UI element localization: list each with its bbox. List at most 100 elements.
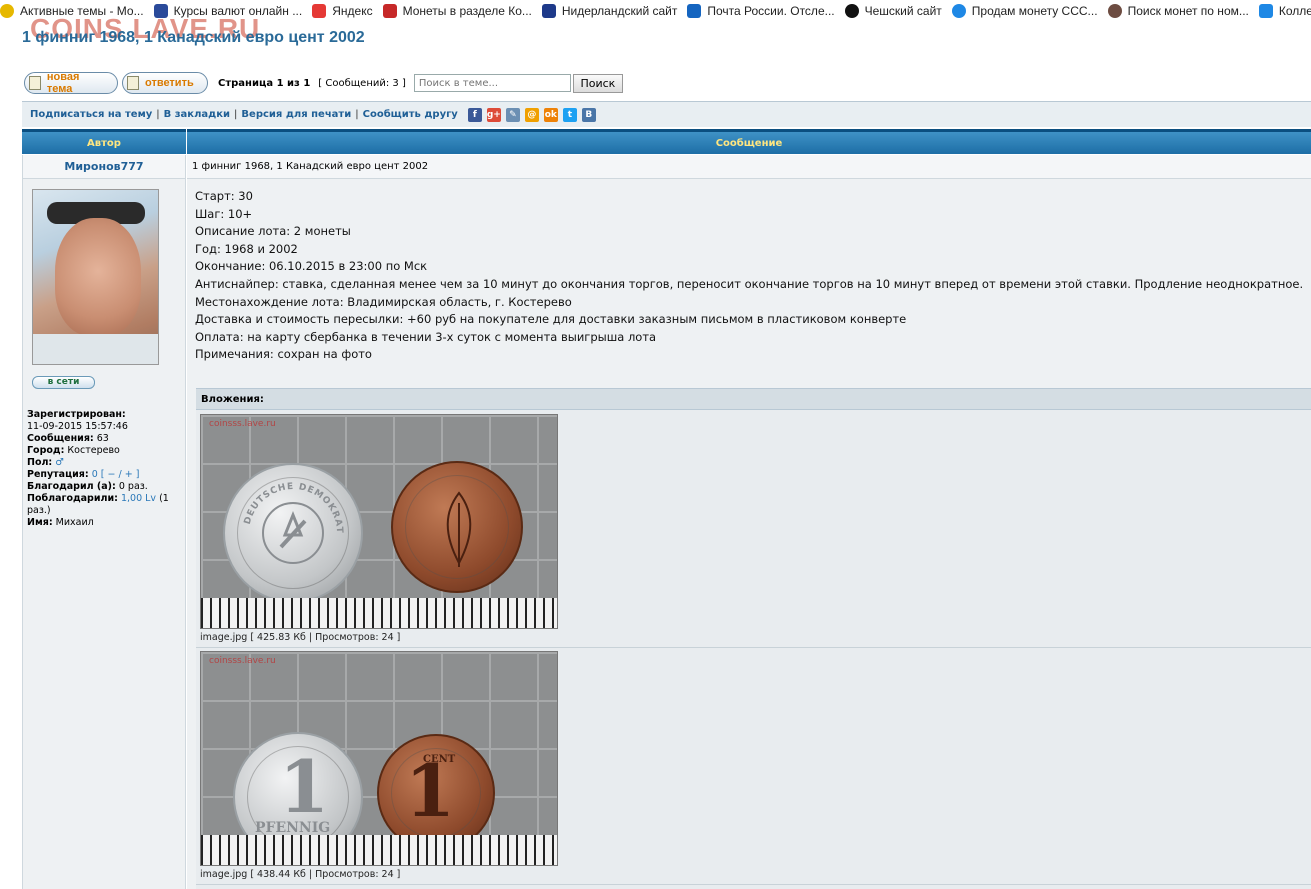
svg-text:DEUTSCHE DEMOKRATISCHE REPUBLI: DEUTSCHE DEMOKRATISCHE REPUBLIK <box>225 465 344 534</box>
topic-title[interactable]: 1 финниг 1968, 1 Канадский евро цент 200… <box>22 29 365 47</box>
was-thanked-value[interactable]: 1,00 Lv <box>121 493 156 504</box>
measuring-ruler <box>201 598 557 628</box>
message-column-header: Сообщение <box>187 129 1311 154</box>
topic-search-input[interactable] <box>413 74 571 92</box>
twitter-icon[interactable]: t <box>562 107 577 122</box>
gdr-coin-legend: DEUTSCHE DEMOKRATISCHE REPUBLIK <box>225 465 344 534</box>
author-username[interactable]: Миронов777 <box>23 155 185 179</box>
post-line: Описание лота: 2 монеты <box>195 224 351 239</box>
j-icon <box>951 3 966 18</box>
coin-denomination-text: PFENNIG <box>255 820 331 836</box>
cent-label: CENT <box>423 754 456 765</box>
print-version-link[interactable]: Версия для печати <box>241 109 351 120</box>
post-line: Окончание: 06.10.2015 в 23:00 по Мск <box>195 259 428 274</box>
bookmark-label: Монеты в разделе Ко... <box>402 3 532 18</box>
vkontakte-icon[interactable]: B <box>581 107 596 122</box>
share-buttons: f g+ ✎ @ ok t B <box>467 107 601 122</box>
author-column-header: Автор <box>22 129 186 154</box>
google-plus-icon[interactable]: g+ <box>486 107 501 122</box>
author-profile-info: Зарегистрирован: 11-09-2015 15:57:46 Соо… <box>27 409 183 529</box>
livejournal-icon[interactable]: ✎ <box>505 107 520 122</box>
bookmark-item[interactable]: Поиск монет по ном... <box>1107 3 1249 18</box>
photo-stamp: coinsss.lave.ru <box>209 419 276 429</box>
bookmark-label: Поиск монет по ном... <box>1127 3 1249 18</box>
shirt-shape <box>33 334 158 364</box>
document-icon <box>29 76 41 90</box>
bookmark-item[interactable]: Почта России. Отсле... <box>687 3 835 18</box>
separator: | <box>156 109 160 120</box>
post-line: Примечания: сохран на фото <box>195 347 372 362</box>
odnoklassniki-icon[interactable]: ok <box>543 107 558 122</box>
was-thanked-label: Поблагодарили: <box>27 493 118 504</box>
post-line: Оплата: на карту сбербанка в течении 3-х… <box>195 329 657 344</box>
firstname-value: Михаил <box>55 517 94 528</box>
facebook-icon[interactable]: f <box>467 107 482 122</box>
topic-actions: новая тема ответить Страница 1 из 1 [ Со… <box>24 71 623 95</box>
coin-denomination: 1 <box>279 744 330 829</box>
r-icon <box>541 3 556 18</box>
subscribe-link[interactable]: Подписаться на тему <box>30 109 152 120</box>
separator: | <box>355 109 359 120</box>
male-icon: ♂ <box>55 457 64 468</box>
r-circle-icon <box>1107 3 1122 18</box>
post-line: Местонахождение лота: Владимирская облас… <box>195 294 572 309</box>
new-topic-button[interactable]: новая тема <box>24 71 118 95</box>
attachment-divider <box>196 647 1311 648</box>
post-line: Старт: 30 <box>195 189 253 203</box>
bookmark-link[interactable]: В закладки <box>164 109 230 120</box>
posts-label: Сообщения: <box>27 433 94 444</box>
bookmark-item[interactable]: Яндекс <box>312 3 373 18</box>
post-line: Шаг: 10+ <box>195 206 253 221</box>
reputation-label: Репутация: <box>27 469 89 480</box>
bookmark-item[interactable]: Чешский сайт <box>844 3 942 18</box>
message-count: [ Сообщений: 3 ] <box>318 77 406 89</box>
bookmark-label: Яндекс <box>332 3 373 18</box>
attachment-caption-2[interactable]: image.jpg [ 438.44 Кб | Просмотров: 24 ] <box>200 869 400 880</box>
tell-friend-link[interactable]: Сообщить другу <box>363 109 458 120</box>
reply-button[interactable]: ответить <box>122 72 208 94</box>
bookmark-label: Продам монету ССС... <box>971 3 1098 18</box>
post-subject: 1 финниг 1968, 1 Канадский евро цент 200… <box>187 155 1311 179</box>
post-line: Доставка и стоимость пересылки: +60 руб … <box>195 312 907 327</box>
gdr-pfennig-coin-reverse: DEUTSCHE DEMOKRATISCHE REPUBLIK <box>223 463 363 603</box>
attachments-block: Вложения: coinsss.lave.ru DEUTSCHE DEMOK… <box>196 388 1311 889</box>
attachments-header: Вложения: <box>196 389 1311 410</box>
post-line: Антиснайпер: ставка, сделанная менее чем… <box>195 276 1304 291</box>
bookmark-item[interactable]: Монеты в разделе Ко... <box>382 3 532 18</box>
page-info: Страница 1 из 1 <box>218 77 311 89</box>
firstname-label: Имя: <box>27 517 53 528</box>
bookmark-item[interactable]: Нидерландский сайт <box>541 3 677 18</box>
reputation-value[interactable]: 0 <box>92 469 98 480</box>
thanked-value: 0 раз. <box>118 481 148 492</box>
shop-icon <box>382 3 397 18</box>
bookmark-label: Коллек... <box>1278 3 1311 18</box>
message-panel: 1 финниг 1968, 1 Канадский евро цент 200… <box>187 155 1311 889</box>
reputation-controls[interactable]: [ − / + ] <box>101 469 140 480</box>
author-panel: Миронов777 в сети Зарегистрирован: 11-09… <box>22 155 186 889</box>
gdr-coin-legend-text: DEUTSCHE DEMOKRATISCHE REPUBLIK <box>225 465 343 534</box>
topic-search-button[interactable]: Поиск <box>572 73 623 93</box>
city-value: Костерево <box>67 445 120 456</box>
thanked-label: Благодарил (а): <box>27 481 116 492</box>
bookmark-item[interactable]: Продам монету ССС... <box>951 3 1098 18</box>
reply-label: ответить <box>145 77 194 89</box>
eagle-icon <box>687 3 702 18</box>
attachment-image-1[interactable]: coinsss.lave.ru DEUTSCHE DEMOKRATISCHE R… <box>200 414 558 629</box>
separator: | <box>234 109 238 120</box>
online-status-badge: в сети <box>32 376 95 389</box>
bookmark-item[interactable]: Коллек... <box>1258 3 1311 18</box>
attachment-divider <box>196 884 1311 885</box>
n-icon <box>844 3 859 18</box>
posts-count: 63 <box>96 433 109 444</box>
euro-cent-coin-obverse <box>391 461 523 593</box>
post-body: Старт: 30 Шаг: 10+ Описание лота: 2 монеты… <box>195 188 1303 364</box>
photo-stamp: coinsss.lave.ru <box>209 656 276 666</box>
smiley-icon <box>0 3 14 18</box>
registered-date: 11-09-2015 15:57:46 <box>27 421 128 432</box>
attachment-image-2[interactable]: coinsss.lave.ru 1 PFENNIG 1968 1 CENT <box>200 651 558 866</box>
registered-label: Зарегистрирован: <box>27 409 126 420</box>
bookmark-label: Почта России. Отсле... <box>707 3 835 18</box>
posts-table-header: Автор Сообщение <box>22 129 1311 154</box>
mail-icon[interactable]: @ <box>524 107 539 122</box>
attachment-caption-1[interactable]: image.jpg [ 425.83 Кб | Просмотров: 24 ] <box>200 632 400 643</box>
